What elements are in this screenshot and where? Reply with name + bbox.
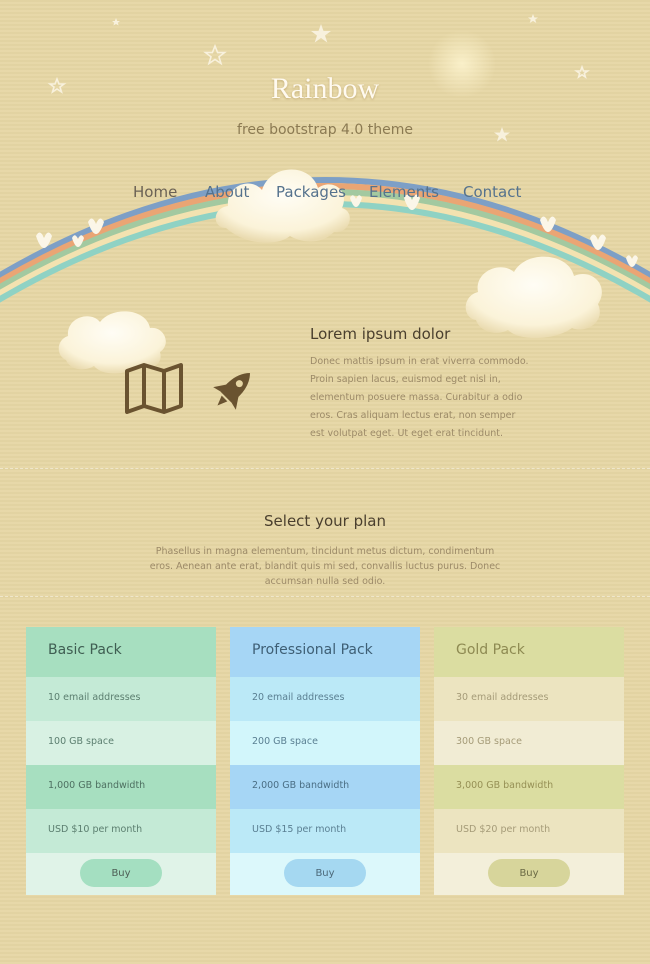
buy-button-gold[interactable]: Buy: [488, 859, 570, 887]
site-tagline: free bootstrap 4.0 theme: [237, 122, 413, 138]
nav-about[interactable]: About: [205, 183, 249, 201]
pricing-card-gold: Gold Pack 30 email addresses 300 GB spac…: [434, 627, 624, 895]
plan-price: USD $20 per month: [434, 809, 624, 853]
plan-feature: 1,000 GB bandwidth: [26, 765, 216, 809]
plan-feature: 20 email addresses: [230, 677, 420, 721]
site-logo[interactable]: Rainbow: [0, 72, 650, 106]
plan-feature: 300 GB space: [434, 721, 624, 765]
plan-feature: 100 GB space: [26, 721, 216, 765]
buy-button-basic[interactable]: Buy: [80, 859, 162, 887]
plan-name: Basic Pack: [26, 627, 216, 677]
nav-home[interactable]: Home: [133, 183, 177, 201]
about-heading: Lorem ipsum dolor: [310, 325, 451, 343]
plans-title: Select your plan: [264, 512, 386, 530]
pricing-card-professional: Professional Pack 20 email addresses 200…: [230, 627, 420, 895]
plan-price: USD $10 per month: [26, 809, 216, 853]
plans-description: Phasellus in magna elementum, tincidunt …: [149, 546, 501, 587]
plan-footer: Buy: [434, 853, 624, 895]
pricing-card-basic: Basic Pack 10 email addresses 100 GB spa…: [26, 627, 216, 895]
plan-feature: 2,000 GB bandwidth: [230, 765, 420, 809]
nav-elements[interactable]: Elements: [369, 183, 439, 201]
plan-name: Professional Pack: [230, 627, 420, 677]
buy-button-professional[interactable]: Buy: [284, 859, 366, 887]
rocket-icon: [207, 364, 259, 421]
plan-footer: Buy: [230, 853, 420, 895]
nav-packages[interactable]: Packages: [276, 183, 346, 201]
plan-feature: 10 email addresses: [26, 677, 216, 721]
section-divider: [0, 596, 650, 597]
map-icon: [124, 362, 184, 419]
plan-price: USD $15 per month: [230, 809, 420, 853]
plan-footer: Buy: [26, 853, 216, 895]
plan-name: Gold Pack: [434, 627, 624, 677]
plan-feature: 3,000 GB bandwidth: [434, 765, 624, 809]
nav-contact[interactable]: Contact: [463, 183, 521, 201]
plan-feature: 200 GB space: [230, 721, 420, 765]
section-divider: [0, 468, 650, 469]
about-text: Donec mattis ipsum in erat viverra commo…: [310, 356, 529, 439]
about-section: Lorem ipsum dolor Donec mattis ipsum in …: [310, 325, 530, 443]
plan-feature: 30 email addresses: [434, 677, 624, 721]
